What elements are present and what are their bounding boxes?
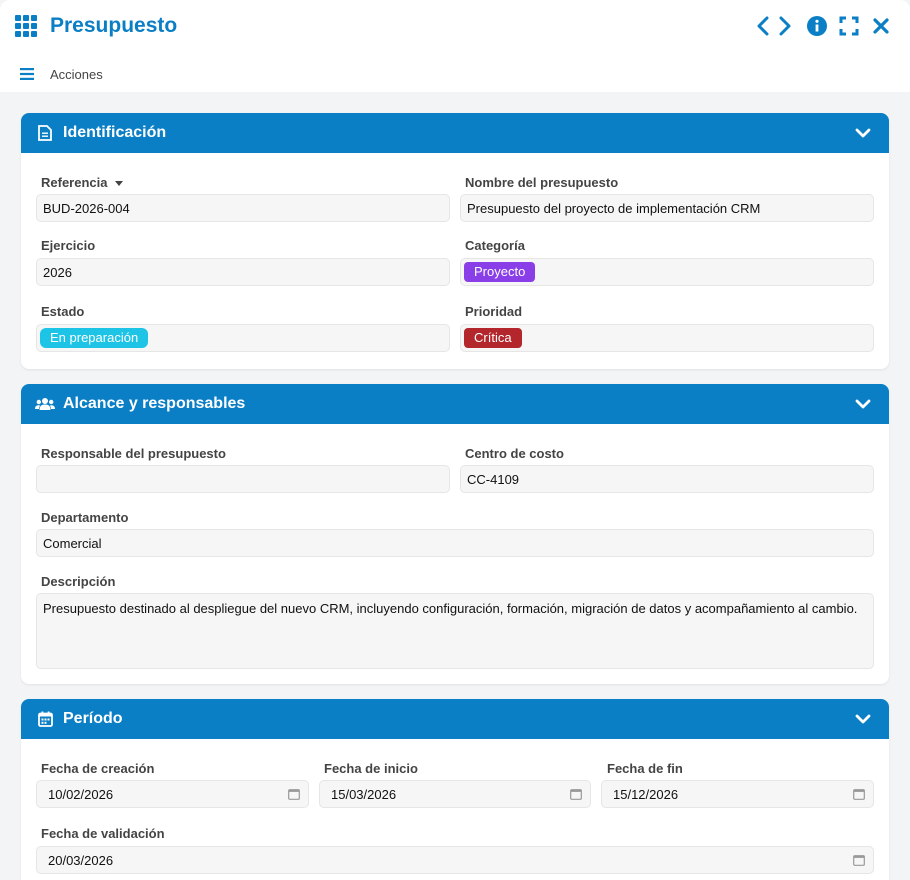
next-record-icon[interactable] [774, 14, 796, 38]
chevron-down-icon[interactable] [853, 709, 873, 729]
previous-record-icon[interactable] [752, 14, 774, 38]
fecha-inicio-field[interactable]: 15/03/2026 [319, 780, 591, 808]
prioridad-chip: Crítica [464, 328, 522, 348]
descripcion-value: Presupuesto destinado al despliegue del … [43, 601, 858, 616]
estado-label: Estado [41, 304, 85, 319]
record-window: Presupuesto Acciones Identificación Refe… [0, 0, 910, 880]
referencia-field[interactable]: BUD-2026-004 [36, 194, 450, 222]
fecha-creacion-value: 10/02/2026 [48, 786, 114, 802]
descripcion-textarea[interactable]: Presupuesto destinado al despliegue del … [36, 593, 874, 669]
estado-field[interactable]: En preparación [36, 324, 450, 352]
categoria-label: Categoría [465, 238, 525, 253]
descripcion-label: Descripción [41, 574, 116, 589]
calendar-icon[interactable] [288, 788, 300, 800]
departamento-label: Departamento [41, 510, 129, 525]
ejercicio-field[interactable]: 2026 [36, 258, 450, 286]
window-controls [752, 14, 892, 38]
fecha-validacion-field[interactable]: 20/03/2026 [36, 846, 874, 874]
apps-grid-icon[interactable] [15, 15, 39, 37]
calendar-icon[interactable] [853, 854, 865, 866]
section-title: Alcance y responsables [63, 395, 246, 412]
centro-costo-field[interactable]: CC-4109 [460, 465, 874, 493]
prioridad-label: Prioridad [465, 304, 523, 319]
section-identificacion: Identificación Referencia BUD-2026-004 N… [21, 113, 889, 369]
referencia-value: BUD-2026-004 [43, 200, 130, 216]
section-title: Identificación [63, 124, 167, 141]
ejercicio-label: Ejercicio [41, 238, 96, 253]
nombre-value: Presupuesto del proyecto de implementaci… [467, 200, 761, 216]
categoria-field[interactable]: Proyecto [460, 258, 874, 286]
fullscreen-icon[interactable] [838, 14, 860, 38]
section-header-identificacion[interactable]: Identificación [21, 113, 889, 153]
section-header-periodo[interactable]: Período [21, 699, 889, 739]
centro-costo-label: Centro de costo [465, 446, 564, 461]
page-title: Presupuesto [50, 14, 178, 37]
document-icon [35, 123, 55, 143]
info-icon[interactable] [806, 14, 828, 38]
nombre-field[interactable]: Presupuesto del proyecto de implementaci… [460, 194, 874, 222]
section-alcance: Alcance y responsables Responsable del p… [21, 384, 889, 684]
responsable-label: Responsable del presupuesto [41, 446, 226, 461]
fecha-creacion-field[interactable]: 10/02/2026 [36, 780, 309, 808]
actions-label: Acciones [50, 66, 103, 82]
referencia-label[interactable]: Referencia [41, 175, 124, 190]
actions-menu[interactable]: Acciones [20, 64, 103, 84]
categoria-chip: Proyecto [464, 262, 536, 282]
fecha-fin-field[interactable]: 15/12/2026 [601, 780, 874, 808]
centro-costo-value: CC-4109 [467, 471, 520, 487]
fecha-inicio-label: Fecha de inicio [324, 761, 418, 776]
referencia-label-text: Referencia [41, 175, 108, 190]
estado-chip: En preparación [40, 328, 149, 348]
chevron-down-icon[interactable] [853, 394, 873, 414]
fecha-validacion-value: 20/03/2026 [48, 852, 114, 868]
chevron-down-icon[interactable] [853, 123, 873, 143]
dropdown-caret-icon[interactable] [115, 181, 124, 187]
close-icon[interactable] [870, 14, 892, 38]
departamento-value: Comercial [43, 535, 102, 551]
prioridad-field[interactable]: Crítica [460, 324, 874, 352]
calendar-icon[interactable] [853, 788, 865, 800]
section-periodo: Período Fecha de creación 10/02/2026 Fec… [21, 699, 889, 880]
fecha-inicio-value: 15/03/2026 [331, 786, 397, 802]
top-bar: Presupuesto Acciones [0, 0, 910, 92]
nombre-label: Nombre del presupuesto [465, 175, 619, 190]
calendar-icon[interactable] [570, 788, 582, 800]
fecha-validacion-label: Fecha de validación [41, 826, 165, 841]
responsable-field[interactable] [36, 465, 450, 493]
section-title: Período [63, 710, 123, 727]
fecha-fin-value: 15/12/2026 [613, 786, 679, 802]
fecha-fin-label: Fecha de fin [607, 761, 683, 776]
ejercicio-value: 2026 [43, 264, 72, 280]
calendar-icon [35, 709, 55, 729]
users-icon [35, 394, 55, 414]
fecha-creacion-label: Fecha de creación [41, 761, 155, 776]
section-header-alcance[interactable]: Alcance y responsables [21, 384, 889, 424]
departamento-field[interactable]: Comercial [36, 529, 874, 557]
menu-icon [20, 68, 34, 80]
